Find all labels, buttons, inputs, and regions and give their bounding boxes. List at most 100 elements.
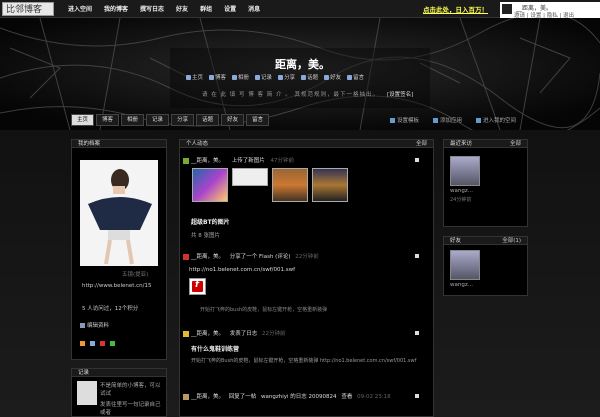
flash-icon[interactable] <box>189 278 206 295</box>
gift-icon[interactable] <box>100 341 105 346</box>
feed-item-reply-line: __距离，美。 回复了一帖 wangzhiyi 的日志 20090824 查看 … <box>183 392 391 400</box>
blog-title[interactable]: 距离，美。 <box>275 56 330 72</box>
photo-thumbnail[interactable] <box>272 168 308 202</box>
reply-icon <box>183 393 189 400</box>
friend-avatar[interactable] <box>450 250 480 280</box>
topnav-enter-space[interactable]: 进入空间 <box>68 4 92 13</box>
tab-home[interactable]: 主页 <box>71 114 95 126</box>
visitor-name[interactable]: wangz... <box>450 188 473 194</box>
blog-nav-friends[interactable]: 好友 <box>324 73 341 81</box>
tab-guestbook[interactable]: 留言 <box>246 114 270 126</box>
home-icon <box>186 74 191 80</box>
feed-item-photo-line: __距离，美。 上传了新图片 47分钟前 <box>183 156 294 164</box>
share-icon <box>278 74 284 80</box>
friends-all-link[interactable]: 全部(1) <box>502 237 521 245</box>
space-icon <box>476 118 482 123</box>
edit-icon <box>80 323 85 328</box>
enter-space-link[interactable]: 进入我的空间 <box>476 116 516 124</box>
tab-topic[interactable]: 话题 <box>196 114 220 126</box>
topnav-messages[interactable]: 消息 <box>248 4 260 13</box>
visitor-time: 24分钟前 <box>450 197 472 203</box>
blog-nav-share[interactable]: 分享 <box>278 73 295 81</box>
topnav-write-diary[interactable]: 撰写日志 <box>140 4 164 13</box>
promo-link[interactable]: 点击此处，日入百万！ <box>423 4 488 14</box>
site-logo[interactable]: 比邻博客 <box>2 2 54 16</box>
topnav-my-blog[interactable]: 我的博客 <box>104 4 128 13</box>
edit-profile-link[interactable]: 编辑资料 <box>80 321 109 329</box>
record-panel: 记录 不是简单的小博客，可以试试 发表往里写一句记录自己或者 <box>71 368 167 417</box>
photo-thumbnail[interactable] <box>192 168 228 202</box>
record-icon-image <box>77 381 97 405</box>
topnav-groups[interactable]: 群组 <box>200 4 212 13</box>
set-template-link[interactable]: 设置模板 <box>390 116 419 124</box>
add-friend-icon[interactable] <box>110 341 115 346</box>
message-icon[interactable] <box>90 341 95 346</box>
visitor-avatar[interactable] <box>450 156 480 186</box>
tab-share[interactable]: 分享 <box>171 114 195 126</box>
feed-item-flash-line: __距离，美。 分享了一个 Flash (评论) 22分钟前 <box>183 252 319 260</box>
diary-title[interactable]: 有什么鬼鞋训练营 <box>191 344 239 353</box>
blog-icon <box>209 74 215 80</box>
flash-url[interactable]: http://no1.belenet.com.cn/swf/001.swf <box>189 267 295 273</box>
blog-nav-album[interactable]: 相册 <box>232 73 249 81</box>
view-link[interactable]: 查看 <box>341 394 352 400</box>
feed-item-photo: __距离，美。 上传了新图片 47分钟前 超级BT的图片 共 8 张图片 <box>180 154 435 244</box>
diary-excerpt: 开始打飞奔的Bush的皮鞋，鼠标左键开枪，空格重新装弹 http://no1.b… <box>191 358 417 364</box>
feed-user[interactable]: __距离，美。 <box>191 394 224 400</box>
feed-user[interactable]: __距离，美。 <box>191 331 224 337</box>
avatar[interactable] <box>502 4 512 14</box>
photo-thumbnail[interactable] <box>312 168 348 202</box>
blog-nav-home[interactable]: 主页 <box>186 73 203 81</box>
flash-description: 开始打飞奔的bush的皮鞋，鼠标左键开枪，空格重新装弹 <box>200 307 328 313</box>
feed-item-reply: __距离，美。 回复了一帖 wangzhiyi 的日志 20090824 查看 … <box>180 392 435 406</box>
album-count: 共 8 张图片 <box>191 233 220 239</box>
tab-album[interactable]: 相册 <box>121 114 145 126</box>
feed-header: 个人动态 全部 <box>180 140 433 148</box>
feed-action: 分享了一个 Flash (评论) <box>229 254 291 260</box>
feed-title: 个人动态 <box>186 141 209 147</box>
visitors-title: 最近来访 <box>450 141 473 147</box>
profile-photo[interactable] <box>80 160 158 266</box>
tab-record[interactable]: 记录 <box>146 114 170 126</box>
top-nav: 进入空间 我的博客 撰写日志 好友 群组 设置 消息 <box>68 4 272 13</box>
profile-panel: 我的档案 五镜(提亚) http://www.belenet.cn/15 5 人… <box>71 139 167 360</box>
blog-nav-blog[interactable]: 博客 <box>209 73 226 81</box>
friends-title: 好友 <box>450 238 462 244</box>
blog-nav-record[interactable]: 记录 <box>255 73 272 81</box>
feed-user[interactable]: __距离，美。 <box>191 254 224 260</box>
profile-stats: 5 人访问过，12个积分 <box>82 306 139 312</box>
delete-icon[interactable] <box>415 394 419 398</box>
delete-icon[interactable] <box>415 331 419 335</box>
add-app-link[interactable]: 添加应用 <box>433 116 462 124</box>
diary-icon <box>183 330 189 337</box>
blog-nav-guestbook[interactable]: 留言 <box>347 73 364 81</box>
photo-thumbnail[interactable] <box>232 168 268 186</box>
rss-icon[interactable] <box>80 341 85 346</box>
blog-desc-text: 请 在 此 填 写 博 客 简 介 。 其规范规则，最下一格抽出。 <box>202 92 379 98</box>
feed-all-link[interactable]: 全部 <box>416 140 427 148</box>
blog-nav-topic[interactable]: 话题 <box>301 73 318 81</box>
feed-action: 上传了新图片 <box>231 158 265 164</box>
tab-friends[interactable]: 好友 <box>221 114 245 126</box>
delete-icon[interactable] <box>415 254 419 258</box>
profile-header: 我的档案 <box>72 140 166 148</box>
friend-name[interactable]: wangz... <box>450 282 473 288</box>
record-text-2: 发表往里写一句记录自己或者 <box>100 402 161 416</box>
tab-blog[interactable]: 博客 <box>96 114 120 126</box>
visitors-all-link[interactable]: 全部 <box>510 140 521 148</box>
topnav-friends[interactable]: 好友 <box>176 4 188 13</box>
feed-time: 22分钟前 <box>262 331 286 337</box>
photo-caption: 五镜(提亚) <box>122 272 149 278</box>
profile-url[interactable]: http://www.belenet.cn/15 <box>82 282 164 291</box>
album-title[interactable]: 超级BT的图片 <box>191 217 230 226</box>
tool-links: 设置模板 添加应用 进入我的空间 <box>390 116 516 124</box>
feed-time: 09-02 23:18 <box>357 394 391 400</box>
topnav-settings[interactable]: 设置 <box>224 4 236 13</box>
feed-item-diary: __距离，美。 发表了日志 22分钟前 有什么鬼鞋训练营 开始打飞奔的Bush的… <box>180 327 435 389</box>
feed-action: 发表了日志 <box>229 331 258 337</box>
delete-icon[interactable] <box>415 158 419 162</box>
reply-target[interactable]: wangzhiyi 的日志 20090824 <box>261 394 337 400</box>
blog-nav: 主页 博客 相册 记录 分享 话题 好友 留言 <box>186 73 364 81</box>
set-signature-link[interactable]: [设置签名] <box>387 92 413 98</box>
feed-user[interactable]: __距离，美。 <box>191 158 224 164</box>
